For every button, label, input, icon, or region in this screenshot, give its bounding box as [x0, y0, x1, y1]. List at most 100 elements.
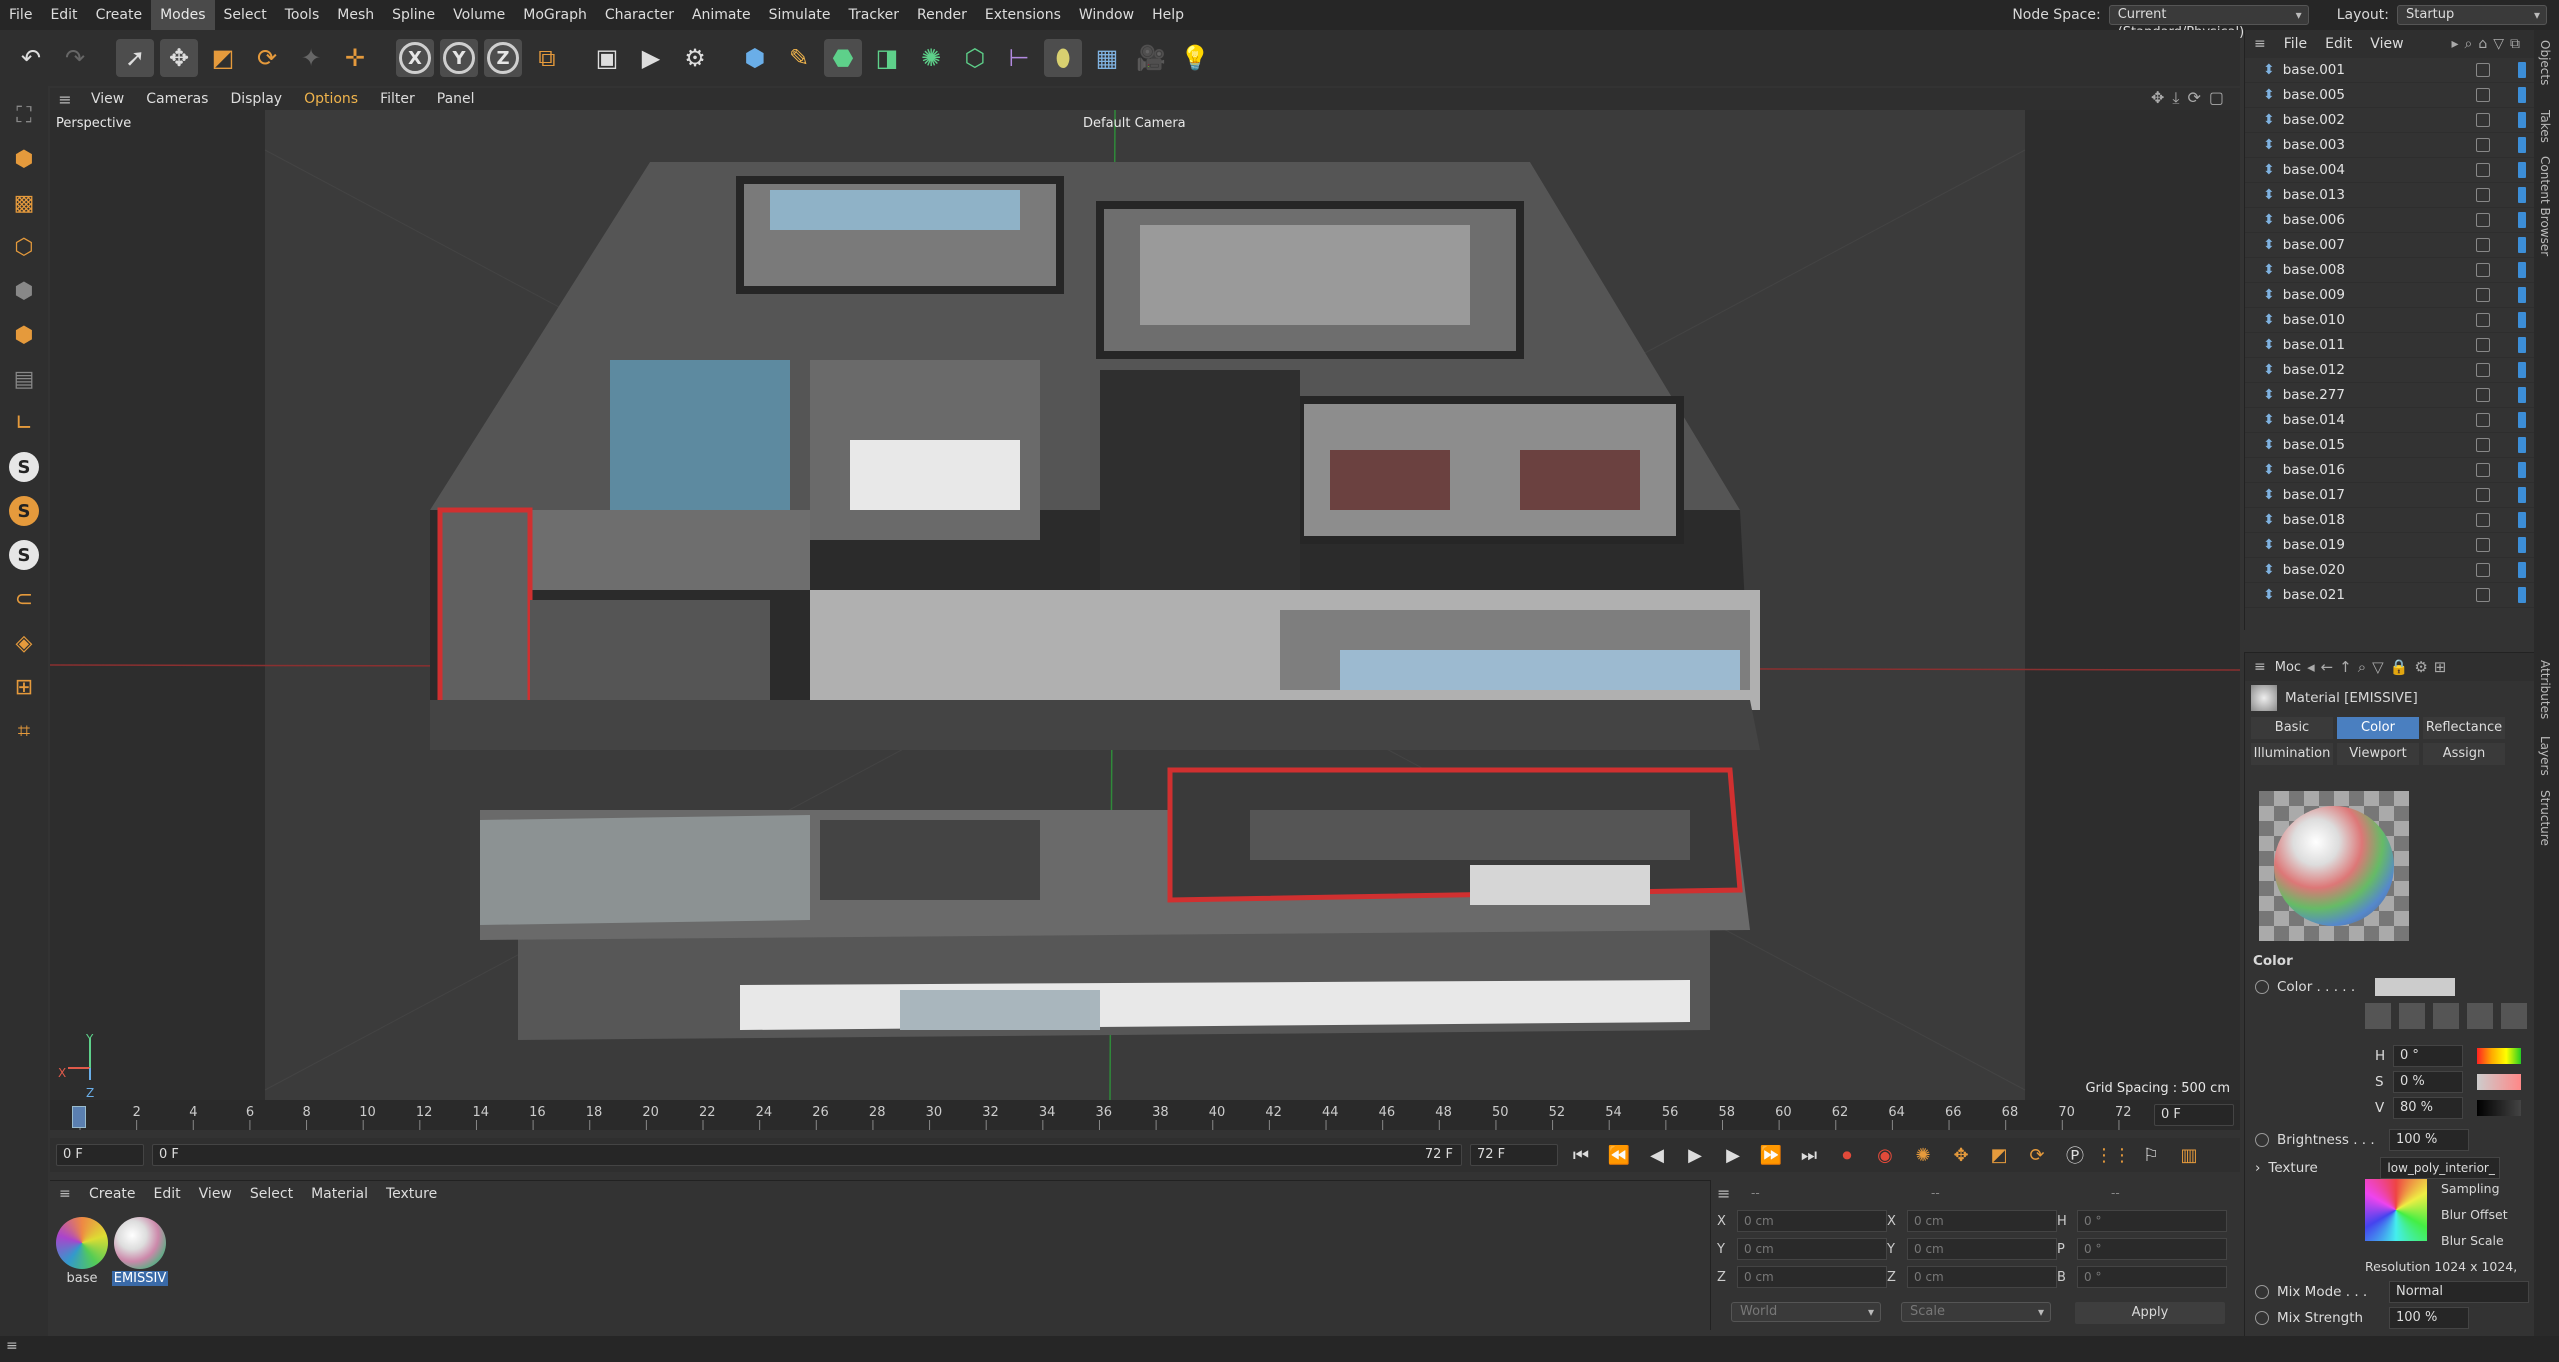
lock-workplane-icon[interactable]: ⊞	[5, 668, 43, 706]
snap-settings-icon[interactable]: S	[5, 492, 43, 530]
visibility-check[interactable]	[2476, 363, 2490, 377]
object-row[interactable]: ⬍ base.007	[2245, 233, 2534, 258]
y-axis-lock-icon[interactable]: Y	[440, 39, 478, 77]
visibility-check[interactable]	[2476, 63, 2490, 77]
material-tag[interactable]	[2518, 537, 2526, 553]
material-tag[interactable]	[2518, 562, 2526, 578]
material-tag[interactable]	[2518, 512, 2526, 528]
viewport-menu-panel[interactable]: Panel	[426, 91, 486, 107]
visibility-check[interactable]	[2476, 538, 2490, 552]
object-row[interactable]: ⬍ base.006	[2245, 208, 2534, 233]
tab-color[interactable]: Color	[2337, 717, 2419, 739]
visibility-check[interactable]	[2476, 438, 2490, 452]
node-space-dropdown[interactable]: Current (Standard/Physical)	[2108, 5, 2309, 40]
timeline-ruler[interactable]: 0246810121416182022242628303234363840424…	[50, 1100, 2240, 1130]
material-tag[interactable]	[2518, 312, 2526, 328]
timeline-playhead[interactable]	[72, 1106, 86, 1128]
object-row[interactable]: ⬍ base.005	[2245, 83, 2534, 108]
select-tool-icon[interactable]: ➚	[116, 39, 154, 77]
menu-simulate[interactable]: Simulate	[760, 0, 840, 30]
keyframe-selection-icon[interactable]: ✺	[1908, 1140, 1938, 1170]
cloner-icon[interactable]: ✺	[912, 39, 950, 77]
visibility-check[interactable]	[2476, 238, 2490, 252]
snap-icon[interactable]: S	[5, 448, 43, 486]
menu-animate[interactable]: Animate	[683, 0, 760, 30]
menu-edit[interactable]: Edit	[41, 0, 86, 30]
material-tag[interactable]	[2518, 487, 2526, 503]
rgb-icon[interactable]	[2467, 1003, 2493, 1029]
material-menu-select[interactable]: Select	[241, 1186, 302, 1202]
menu-mesh[interactable]: Mesh	[328, 0, 383, 30]
material-tag[interactable]	[2518, 137, 2526, 153]
rot-h-field[interactable]: 0 °	[2077, 1210, 2227, 1232]
menu-help[interactable]: Help	[1143, 0, 1193, 30]
material-tag[interactable]	[2518, 237, 2526, 253]
transform-tool-icon[interactable]: ✛	[336, 39, 374, 77]
coords-menu-icon[interactable]: ≡	[1717, 1184, 1730, 1203]
end-frame-field[interactable]: 72 F	[1470, 1144, 1558, 1166]
z-axis-lock-icon[interactable]: Z	[484, 39, 522, 77]
v-field[interactable]: 80 %	[2393, 1097, 2463, 1119]
visibility-check[interactable]	[2476, 88, 2490, 102]
visibility-check[interactable]	[2476, 263, 2490, 277]
viewport-nav-icons[interactable]: ✥⤓⟳▢	[2151, 88, 2232, 108]
tab-structure[interactable]: Structure	[2538, 790, 2552, 846]
object-row[interactable]: ⬍ base.002	[2245, 108, 2534, 133]
material-menu-icon[interactable]: ≡	[50, 1186, 80, 1202]
spectrum-icon[interactable]	[2399, 1003, 2425, 1029]
key-parameter-icon[interactable]: Ⓟ	[2060, 1140, 2090, 1170]
mix-strength-field[interactable]: 100 %	[2389, 1307, 2469, 1329]
key-pla-icon[interactable]: ⋮⋮	[2095, 1140, 2131, 1170]
object-menu-edit[interactable]: Edit	[2316, 36, 2361, 52]
object-menu-file[interactable]: File	[2275, 36, 2316, 52]
visibility-check[interactable]	[2476, 213, 2490, 227]
viewport-menu-options[interactable]: Options	[293, 91, 369, 107]
material-tag[interactable]	[2518, 262, 2526, 278]
tab-attributes[interactable]: Attributes	[2538, 660, 2552, 719]
material-tag[interactable]	[2518, 162, 2526, 178]
tab-basic[interactable]: Basic	[2251, 717, 2333, 739]
visibility-check[interactable]	[2476, 188, 2490, 202]
play-icon[interactable]: ▶	[1680, 1140, 1710, 1170]
object-row[interactable]: ⬍ base.008	[2245, 258, 2534, 283]
attribute-mode[interactable]: Moc	[2275, 660, 2307, 675]
status-menu-icon[interactable]: ≡	[6, 1338, 18, 1354]
coordinate-system-icon[interactable]: ⧉	[528, 39, 566, 77]
uv-mode-icon[interactable]: ▤	[5, 360, 43, 398]
visibility-check[interactable]	[2476, 163, 2490, 177]
viewport-menu-view[interactable]: View	[80, 91, 135, 107]
material-menu-texture[interactable]: Texture	[377, 1186, 446, 1202]
menu-spline[interactable]: Spline	[383, 0, 444, 30]
make-editable-icon[interactable]: ⛶	[5, 96, 43, 134]
object-row[interactable]: ⬍ base.011	[2245, 333, 2534, 358]
object-row[interactable]: ⬍ base.017	[2245, 483, 2534, 508]
visibility-check[interactable]	[2476, 388, 2490, 402]
prev-key-icon[interactable]: ⏪	[1604, 1140, 1634, 1170]
object-row[interactable]: ⬍ base.015	[2245, 433, 2534, 458]
scheme-icon[interactable]: ⚐	[2136, 1140, 2166, 1170]
preview-range-bar[interactable]: 0 F 72 F	[152, 1144, 1462, 1166]
size-x-field[interactable]: 0 cm	[1907, 1210, 2057, 1232]
s-field[interactable]: 0 %	[2393, 1071, 2463, 1093]
go-to-start-icon[interactable]: ⏮	[1566, 1140, 1596, 1170]
rot-p-field[interactable]: 0 °	[2077, 1238, 2227, 1260]
apply-button[interactable]: Apply	[2075, 1302, 2225, 1324]
tab-objects[interactable]: Objects	[2538, 40, 2552, 85]
visibility-check[interactable]	[2476, 113, 2490, 127]
material-tag[interactable]	[2518, 387, 2526, 403]
material-menu-material[interactable]: Material	[302, 1186, 377, 1202]
object-row[interactable]: ⬍ base.004	[2245, 158, 2534, 183]
tab-content-browser[interactable]: Content Browser	[2538, 156, 2552, 256]
magnet-icon[interactable]: ⊂	[5, 580, 43, 618]
camera-icon[interactable]: 🎥	[1132, 39, 1170, 77]
visibility-check[interactable]	[2476, 313, 2490, 327]
material-tag[interactable]	[2518, 412, 2526, 428]
material-tag[interactable]	[2518, 87, 2526, 103]
size-y-field[interactable]: 0 cm	[1907, 1238, 2057, 1260]
polygons-mode-icon[interactable]: ⬢	[5, 316, 43, 354]
size-z-field[interactable]: 0 cm	[1907, 1266, 2057, 1288]
menu-window[interactable]: Window	[1070, 0, 1143, 30]
object-row[interactable]: ⬍ base.013	[2245, 183, 2534, 208]
material-tag[interactable]	[2518, 212, 2526, 228]
image-picker-icon[interactable]	[2433, 1003, 2459, 1029]
